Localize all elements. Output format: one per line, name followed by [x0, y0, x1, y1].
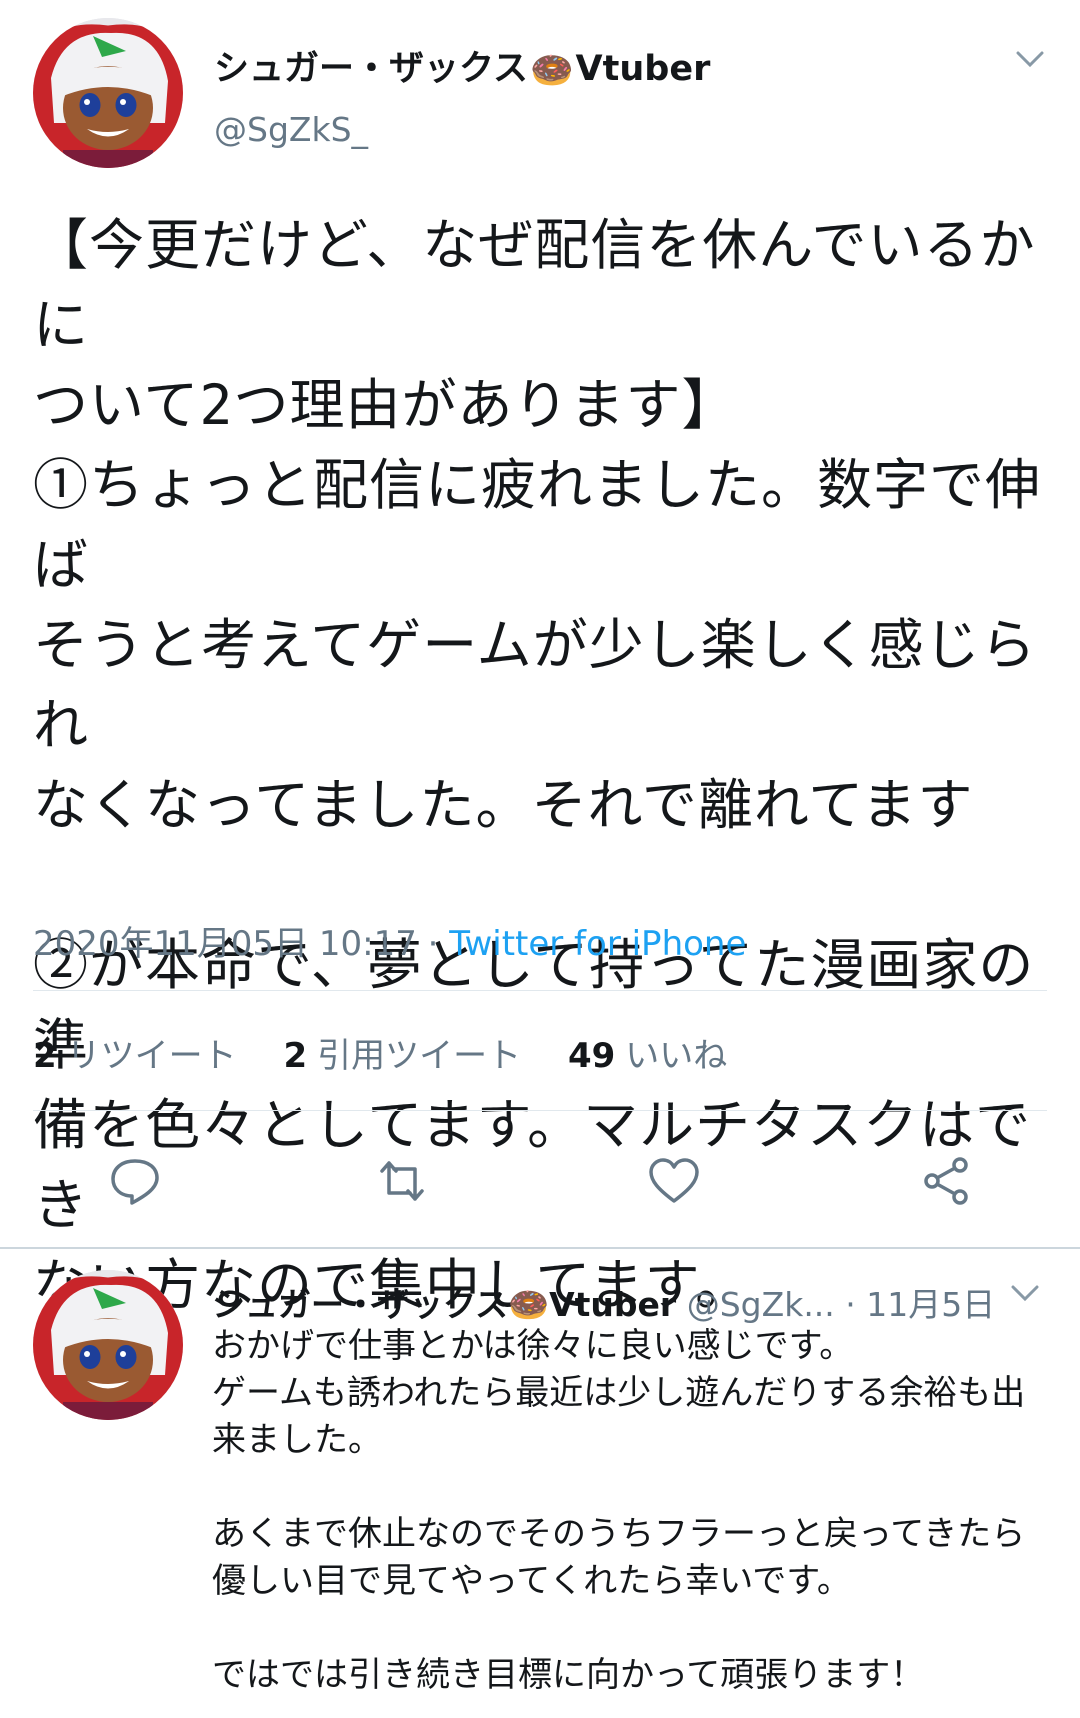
like-button[interactable]	[646, 1153, 702, 1209]
share-icon	[924, 1157, 968, 1205]
author-name-text: シュガー・ザックス	[214, 49, 528, 89]
section-divider	[0, 1247, 1080, 1249]
meta-separator: ·	[416, 924, 450, 964]
avatar-image	[33, 18, 183, 168]
like-count-link[interactable]: 49 いいね	[568, 1036, 727, 1076]
reply-author-avatar[interactable]	[33, 1270, 183, 1420]
tweet-timestamp[interactable]: 2020年11月05日 10:17	[33, 924, 417, 964]
reply-more-options-chevron-down-icon[interactable]	[1010, 1276, 1040, 1311]
retweet-label: リツイート	[66, 1036, 237, 1076]
reply-date[interactable]: 11月5日	[866, 1285, 995, 1324]
more-options-chevron-down-icon[interactable]	[1015, 42, 1045, 77]
divider	[33, 1110, 1047, 1111]
like-icon	[649, 1158, 699, 1203]
tweet-text: 【今更だけど、なぜ配信を休んでいるかに ついて2つ理由があります】 ①ちょっと配…	[33, 213, 1042, 1317]
donut-emoji-icon: 🍩	[508, 1285, 550, 1324]
quote-count: 2	[283, 1036, 308, 1076]
quote-label: 引用ツイート	[317, 1036, 522, 1076]
like-count: 49	[567, 1036, 616, 1076]
reply-header: シュガー・ザックス🍩Vtuber @SgZk... · 11月5日	[212, 1278, 995, 1326]
retweet-icon	[380, 1161, 424, 1201]
quote-count-link[interactable]: 2 引用ツイート	[283, 1036, 521, 1076]
tweet-source-link[interactable]: Twitter for iPhone	[449, 924, 746, 964]
reply-button[interactable]	[107, 1153, 163, 1209]
tweet-meta: 2020年11月05日 10:17 · Twitter for iPhone	[33, 916, 746, 965]
author-name-suffix: Vtuber	[575, 49, 711, 89]
reply-author-handle[interactable]: @SgZk...	[687, 1285, 835, 1324]
like-label: いいね	[625, 1036, 728, 1076]
author-handle[interactable]: @SgZkS_	[214, 110, 368, 149]
retweet-count: 2	[33, 1036, 57, 1076]
author-avatar[interactable]	[33, 18, 183, 168]
reply-author-name-text: シュガー・ザックス	[212, 1285, 509, 1324]
author-display-name[interactable]: シュガー・ザックス🍩Vtuber	[214, 40, 710, 91]
retweet-count-link[interactable]: 2 リツイート	[33, 1036, 237, 1076]
retweet-button[interactable]	[374, 1153, 430, 1209]
donut-emoji-icon: 🍩	[529, 51, 574, 91]
divider	[33, 990, 1047, 991]
reply-separator: ·	[834, 1285, 867, 1324]
reply-text: おかげで仕事とかは徐々に良い感じです。 ゲームも誘われたら最近は少し遊んだりする…	[212, 1326, 1026, 1695]
reply-author-name-suffix: Vtuber	[549, 1285, 677, 1324]
share-button[interactable]	[918, 1153, 974, 1209]
reply-icon	[111, 1159, 159, 1205]
tweet-stats: 2 リツイート 2 引用ツイート 49 いいね	[33, 1028, 763, 1077]
avatar-image	[33, 1270, 183, 1420]
reply-author-name[interactable]: シュガー・ザックス🍩Vtuber	[212, 1285, 676, 1324]
